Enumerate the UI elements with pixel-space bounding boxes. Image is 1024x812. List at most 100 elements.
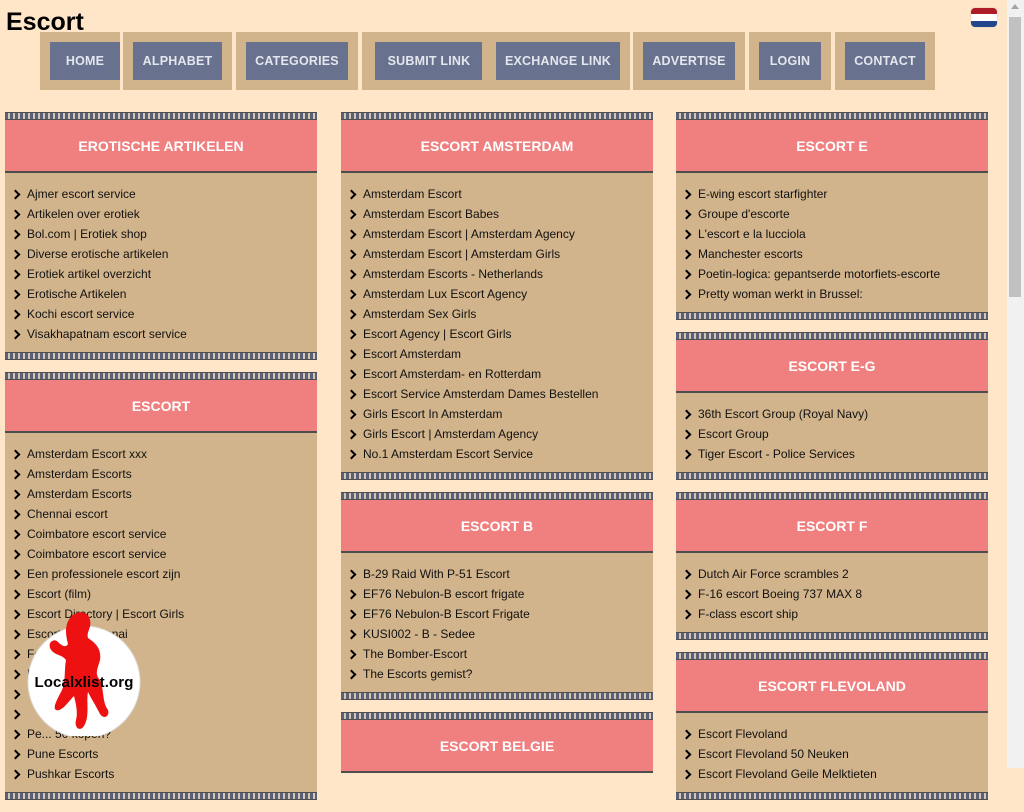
category-link[interactable]: Escort Amsterdam- en Rotterdam bbox=[363, 364, 541, 384]
category-link[interactable]: Pe... 50 kopen? bbox=[27, 724, 111, 744]
list-item: EF76 Nebulon-B Escort Frigate bbox=[347, 604, 653, 624]
decorative-stripe bbox=[676, 792, 988, 800]
category-link[interactable]: Amsterdam Escorts - Netherlands bbox=[363, 264, 543, 284]
chevron-right-icon bbox=[11, 669, 21, 679]
category-link[interactable]: Groupe d'escorte bbox=[698, 204, 790, 224]
category-link[interactable]: Erotiek artikel overzicht bbox=[27, 264, 151, 284]
nav-button-home[interactable]: Home bbox=[50, 42, 120, 80]
category-title[interactable]: Escort bbox=[5, 380, 317, 433]
scroll-up-arrow-icon[interactable] bbox=[1011, 4, 1019, 9]
category-link[interactable]: Ford Escort Mission bbox=[27, 644, 133, 664]
category-link[interactable]: Poetin-logica: gepantserde motorfiets-es… bbox=[698, 264, 940, 284]
nav-button-submit-link[interactable]: Submit link bbox=[375, 42, 483, 80]
category-link[interactable]: Amsterdam Escort | Amsterdam Agency bbox=[363, 224, 575, 244]
nav-button-alphabet[interactable]: Alphabet bbox=[133, 42, 222, 80]
category-link[interactable]: Amsterdam Escort xxx bbox=[27, 444, 147, 464]
category-link[interactable]: Visakhapatnam escort service bbox=[27, 324, 187, 344]
category-link[interactable]: F-16 escort Boeing 737 MAX 8 bbox=[698, 584, 862, 604]
category-link[interactable]: EF76 Nebulon-B Escort Frigate bbox=[363, 604, 530, 624]
category-link[interactable]: Een professionele escort zijn bbox=[27, 564, 180, 584]
category-link[interactable]: L'escort e la lucciola bbox=[698, 224, 806, 244]
category-link[interactable]: Escort Flevoland 50 Neuken bbox=[698, 744, 849, 764]
list-item: E-wing escort starfighter bbox=[682, 184, 988, 204]
category-link[interactable]: Manchester escorts bbox=[698, 244, 803, 264]
category-link[interactable]: Pushkar Escorts bbox=[27, 764, 114, 784]
list-item: No.1 Amsterdam Escort Service bbox=[347, 444, 653, 464]
category-link[interactable]: Coimbatore escort service bbox=[27, 524, 166, 544]
category-link[interactable]: EF76 Nebulon-B escort frigate bbox=[363, 584, 524, 604]
nav-button-exchange-link[interactable]: Exchange link bbox=[496, 42, 620, 80]
scrollbar-thumb[interactable] bbox=[1009, 17, 1021, 297]
category-link[interactable]: Tiger Escort - Police Services bbox=[698, 444, 855, 464]
chevron-right-icon bbox=[11, 189, 21, 199]
list-item: Artikelen over erotiek bbox=[11, 204, 317, 224]
category-link[interactable]: Girls Escort In Amsterdam bbox=[363, 404, 502, 424]
category-link[interactable]: H bbox=[27, 664, 36, 684]
decorative-stripe bbox=[676, 632, 988, 640]
category-link[interactable]: The Bomber-Escort bbox=[363, 644, 467, 664]
category-link[interactable]: Chennai escort bbox=[27, 504, 108, 524]
nav-button-advertise[interactable]: Advertise bbox=[643, 42, 735, 80]
category-link[interactable]: Amsterdam Lux Escort Agency bbox=[363, 284, 527, 304]
category-link[interactable]: Escort Directory | Escort Girls bbox=[27, 604, 184, 624]
category-link[interactable]: Pune Escorts bbox=[27, 744, 98, 764]
decorative-stripe bbox=[676, 112, 988, 120]
category-link-list: E-wing escort starfighter Groupe d'escort… bbox=[676, 173, 988, 312]
category-title[interactable]: Escort E bbox=[676, 120, 988, 173]
category-link[interactable]: 36th Escort Group (Royal Navy) bbox=[698, 404, 868, 424]
list-item: L'escort e la lucciola bbox=[682, 224, 988, 244]
category-link[interactable]: Artikelen over erotiek bbox=[27, 204, 140, 224]
category-link[interactable]: E-wing escort starfighter bbox=[698, 184, 827, 204]
category-link[interactable]: Erotische Artikelen bbox=[27, 284, 126, 304]
category-link[interactable]: Escort Flevoland bbox=[698, 724, 787, 744]
category-link[interactable]: Escort Flevoland Geile Melktieten bbox=[698, 764, 877, 784]
netherlands-flag-icon[interactable] bbox=[971, 8, 997, 27]
list-item: Pune Escorts bbox=[11, 744, 317, 764]
nav-button-categories[interactable]: Categories bbox=[246, 42, 348, 80]
category-link[interactable]: Dutch Air Force scrambles 2 bbox=[698, 564, 849, 584]
decorative-stripe bbox=[341, 112, 653, 120]
category-link[interactable]: KUSI002 - B - Sedee bbox=[363, 624, 475, 644]
category-link[interactable]: F-class escort ship bbox=[698, 604, 798, 624]
category-link[interactable]: Ajmer escort service bbox=[27, 184, 136, 204]
list-item: Coimbatore escort service bbox=[11, 524, 317, 544]
category-title[interactable]: Escort Flevoland bbox=[676, 660, 988, 713]
category-link[interactable]: Coimbatore escort service bbox=[27, 544, 166, 564]
category-link[interactable]: Amsterdam Escort | Amsterdam Girls bbox=[363, 244, 560, 264]
chevron-right-icon bbox=[682, 289, 692, 299]
chevron-right-icon bbox=[11, 629, 21, 639]
category-link[interactable]: Pretty woman werkt in Brussel: bbox=[698, 284, 863, 304]
category-link[interactable]: Amsterdam Sex Girls bbox=[363, 304, 476, 324]
category-link[interactable]: Escort (film) bbox=[27, 584, 91, 604]
category-title[interactable]: Escort E-G bbox=[676, 340, 988, 393]
category-link[interactable]: Amsterdam Escort bbox=[363, 184, 462, 204]
category-link[interactable]: Girls Escort | Amsterdam Agency bbox=[363, 424, 538, 444]
category-link[interactable]: The Escorts gemist? bbox=[363, 664, 472, 684]
category-link[interactable]: Bol.com | Erotiek shop bbox=[27, 224, 147, 244]
nav-button-login[interactable]: Login bbox=[759, 42, 821, 80]
category-title[interactable]: Escort B bbox=[341, 500, 653, 553]
nav-button-contact[interactable]: Contact bbox=[845, 42, 925, 80]
category-link[interactable]: Escorts in Chennai bbox=[27, 624, 128, 644]
category-title[interactable]: Erotische artikelen bbox=[5, 120, 317, 173]
vertical-scrollbar[interactable] bbox=[1007, 0, 1024, 768]
category-link[interactable]: Escort Service Amsterdam Dames Bestellen bbox=[363, 384, 598, 404]
category-link[interactable]: No.1 Amsterdam Escort Service bbox=[363, 444, 533, 464]
chevron-right-icon bbox=[11, 689, 21, 699]
list-item: Erotische Artikelen bbox=[11, 284, 317, 304]
category-link[interactable]: Diverse erotische artikelen bbox=[27, 244, 168, 264]
category-link[interactable]: B-29 Raid With P-51 Escort bbox=[363, 564, 510, 584]
category-link[interactable]: Amsterdam Escorts bbox=[27, 464, 132, 484]
category-link[interactable]: Kochi escort service bbox=[27, 304, 134, 324]
category-link[interactable]: Escort Amsterdam bbox=[363, 344, 461, 364]
category-link[interactable]: Escort Group bbox=[698, 424, 769, 444]
list-item: F-class escort ship bbox=[682, 604, 988, 624]
category-title[interactable]: Escort Belgie bbox=[341, 720, 653, 773]
list-item: Tiger Escort - Police Services bbox=[682, 444, 988, 464]
category-link[interactable]: Amsterdam Escorts bbox=[27, 484, 132, 504]
category-title[interactable]: Escort F bbox=[676, 500, 988, 553]
category-title[interactable]: Escort Amsterdam bbox=[341, 120, 653, 173]
category-link[interactable]: Escort Agency | Escort Girls bbox=[363, 324, 512, 344]
nav-item-submit-link: Submit link bbox=[362, 32, 483, 90]
category-link[interactable]: Amsterdam Escort Babes bbox=[363, 204, 499, 224]
